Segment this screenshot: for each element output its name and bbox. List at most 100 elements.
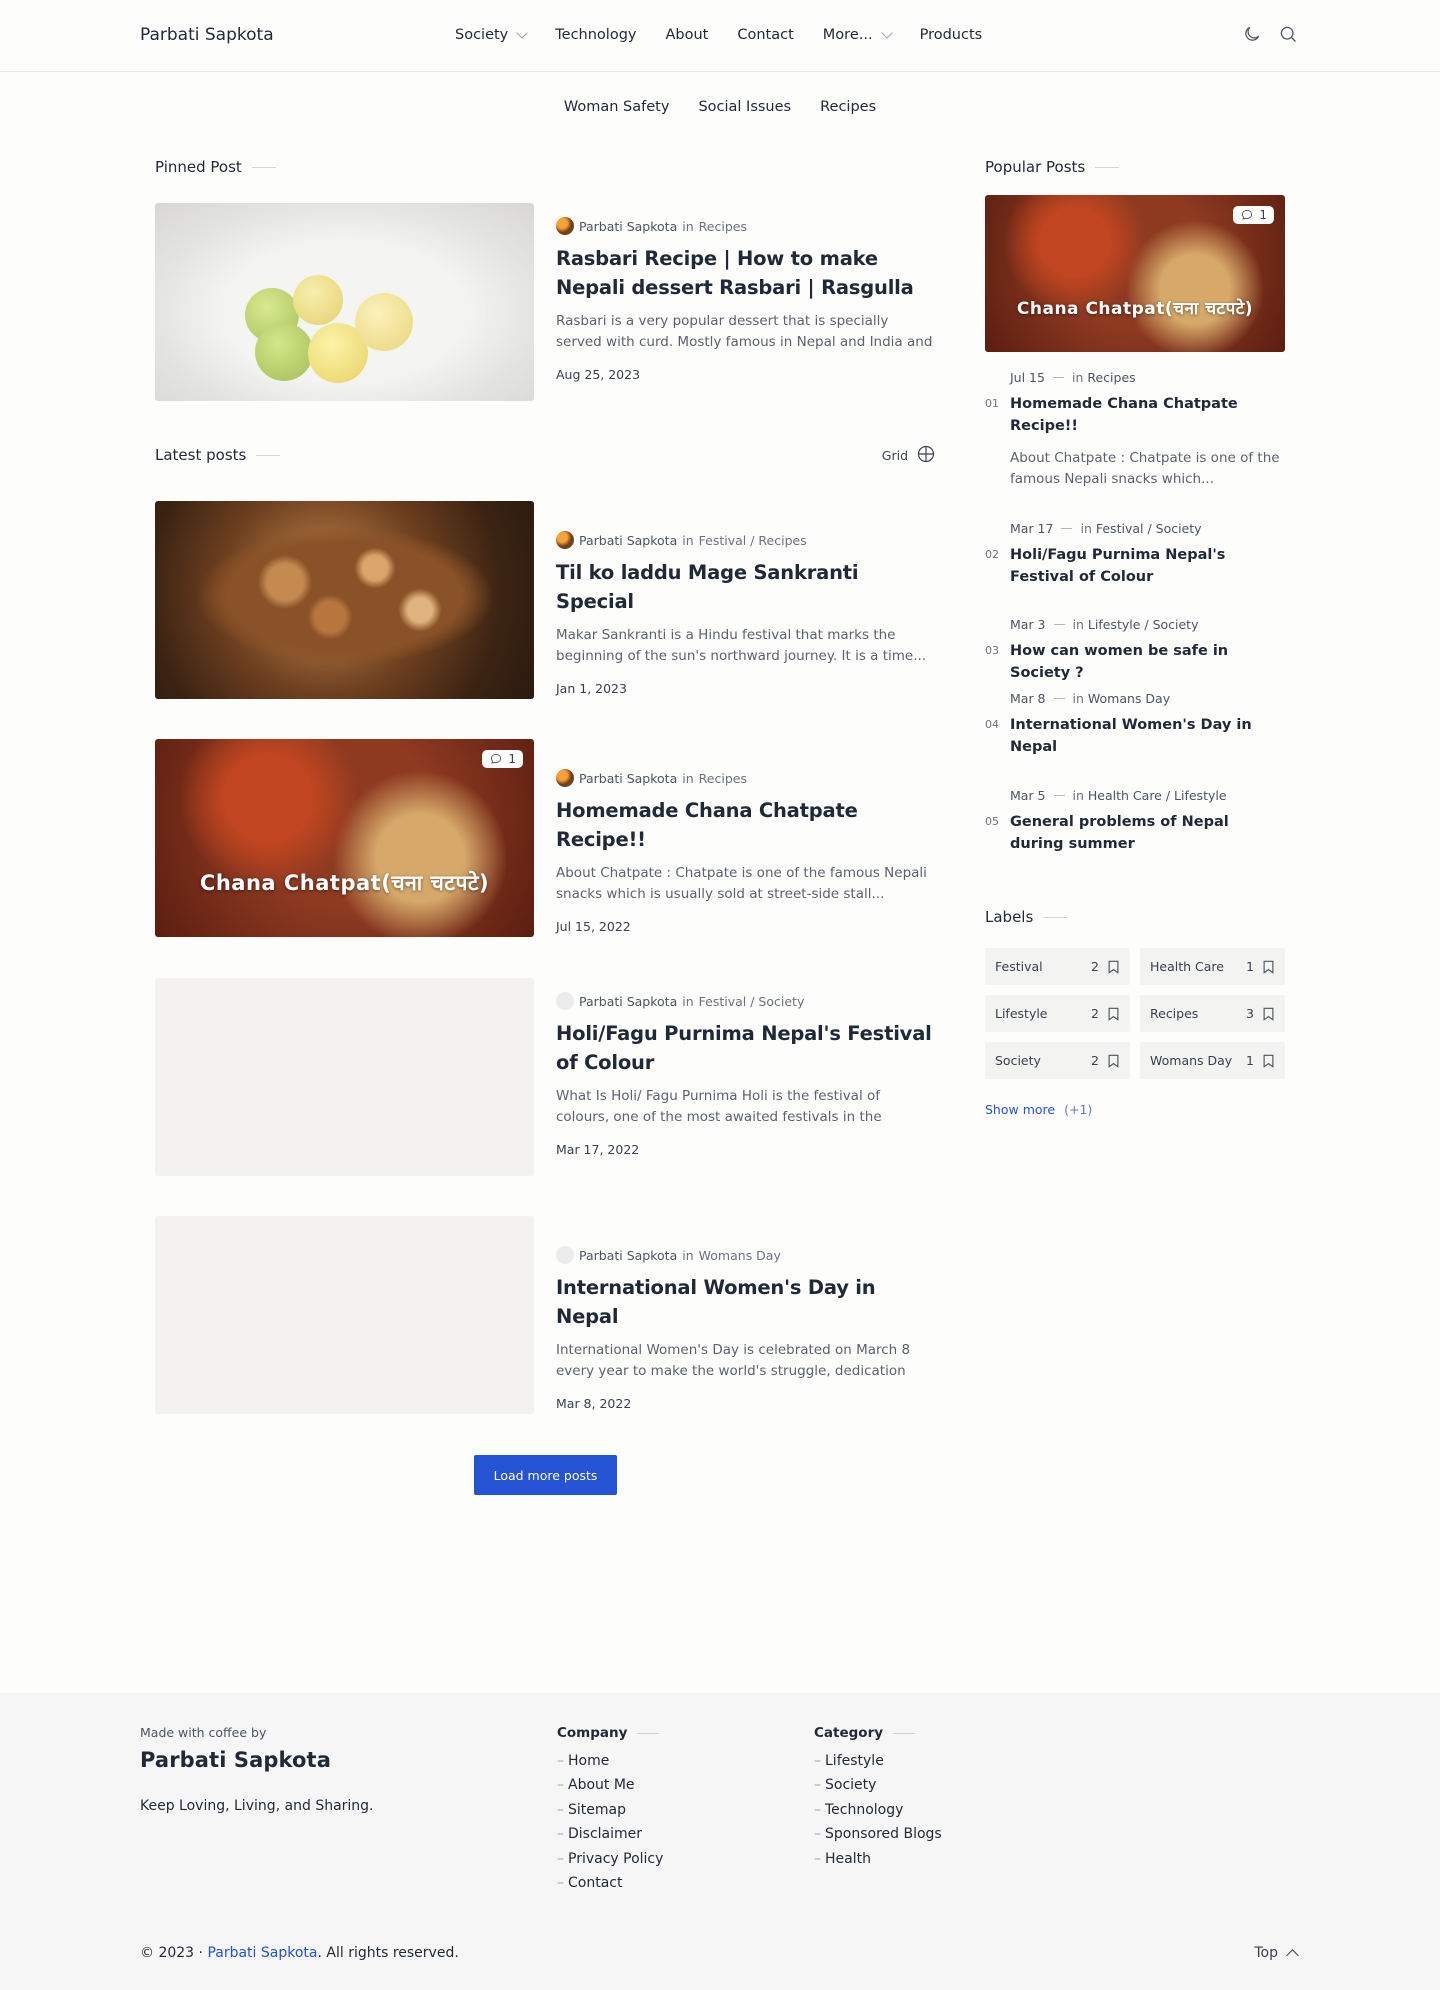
pinned-section-title: Pinned Post [155,158,276,176]
nav-about[interactable]: About [666,27,709,43]
site-brand[interactable]: Parbati Sapkota [140,25,274,45]
popular-hero-image[interactable]: 1 Chana Chatpat(चना चटपटे) [985,195,1285,352]
divider [1061,528,1073,529]
copyright-link[interactable]: Parbati Sapkota [207,1945,317,1961]
post-category[interactable]: Festival / Recipes [699,533,807,548]
post-image-placeholder[interactable] [155,1216,534,1414]
popular-category[interactable]: Health Care / Lifestyle [1088,788,1227,803]
meta-in: in [1072,691,1084,706]
nav-products[interactable]: Products [920,27,983,43]
load-more-button[interactable]: Load more posts [474,1455,617,1495]
subnav-woman-safety[interactable]: Woman Safety [564,99,670,115]
popular-row: 02 Holi/Fagu Purnima Nepal's Festival of … [985,544,1285,588]
footer-link-society[interactable]: – Society [814,1773,942,1797]
post-author[interactable]: Parbati Sapkota [579,771,677,786]
subnav-recipes[interactable]: Recipes [820,99,876,115]
post-category[interactable]: Womans Day [699,1248,781,1263]
label-society[interactable]: Society 2 [985,1042,1130,1079]
comment-count-badge[interactable]: 1 [482,750,523,768]
footer-link-lifestyle[interactable]: – Lifestyle [814,1749,942,1773]
nav-contact[interactable]: Contact [737,27,793,43]
post-category[interactable]: Recipes [699,771,747,786]
post-title[interactable]: Holi/Fagu Purnima Nepal's Festival of Co… [556,1019,936,1077]
post-excerpt: What Is Holi/ Fagu Purnima Holi is the f… [556,1088,882,1125]
latest-section-title: Latest posts [155,446,281,464]
list-dash: – [557,1875,564,1892]
divider [1052,377,1064,378]
popular-rank: 03 [985,644,999,657]
post-title[interactable]: Til ko laddu Mage Sankranti Special [556,558,936,616]
popular-title[interactable]: Homemade Chana Chatpate Recipe!! [1010,393,1285,437]
divider [893,1732,916,1734]
footer-link-privacy-policy[interactable]: – Privacy Policy [557,1847,663,1871]
label-recipes[interactable]: Recipes 3 [1140,995,1285,1032]
post-title[interactable]: Rasbari Recipe | How to make Nepali dess… [556,244,936,302]
moon-icon[interactable] [1242,24,1262,48]
popular-rank: 01 [985,397,999,410]
popular-title[interactable]: Holi/Fagu Purnima Nepal's Festival of Co… [1010,544,1285,588]
popular-title[interactable]: How can women be safe in Society ? [1010,640,1285,684]
image-overlay-text: Chana Chatpat(चना चटपटे) [199,871,490,895]
site-footer: Made with coffee by Parbati Sapkota Keep… [0,1693,1440,1990]
list-dash: – [814,1826,821,1843]
subnav-social-issues[interactable]: Social Issues [698,99,791,115]
footer-link-sponsored-blogs[interactable]: – Sponsored Blogs [814,1822,942,1846]
footer-link-disclaimer[interactable]: – Disclaimer [557,1822,663,1846]
grid-toggle[interactable]: Grid [882,444,936,467]
post-image-placeholder[interactable] [155,978,534,1176]
nav-more[interactable]: More... [823,27,893,43]
post-category[interactable]: Recipes [699,219,747,234]
popular-category[interactable]: Festival / Society [1096,521,1202,536]
back-to-top[interactable]: Top [1254,1945,1299,1962]
popular-title[interactable]: International Women's Day in Nepal [1010,714,1285,758]
list-dash: – [557,1777,564,1794]
show-more-labels[interactable]: Show more (+1) [985,1102,1285,1117]
popular-row: 01 Homemade Chana Chatpate Recipe!! [985,393,1285,437]
footer-brand[interactable]: Parbati Sapkota [140,1748,331,1772]
label-health-care[interactable]: Health Care 1 [1140,948,1285,985]
post-image-chana[interactable]: 1 Chana Chatpat(चना चटपटे) [155,739,534,937]
footer-link-sitemap[interactable]: – Sitemap [557,1798,663,1822]
post-title[interactable]: Homemade Chana Chatpate Recipe!! [556,796,936,854]
post-author[interactable]: Parbati Sapkota [579,994,677,1009]
post-author[interactable]: Parbati Sapkota [579,219,677,234]
nav-society[interactable]: Society [455,27,528,43]
label-lifestyle[interactable]: Lifestyle 2 [985,995,1130,1032]
popular-title[interactable]: General problems of Nepal during summer [1010,811,1285,855]
footer-link-health[interactable]: – Health [814,1847,942,1871]
post-title[interactable]: International Women's Day in Nepal [556,1273,936,1331]
list-dash: – [814,1753,821,1769]
popular-category[interactable]: Recipes [1087,370,1135,385]
post-meta: Parbati Sapkota in Festival / Recipes [556,531,936,549]
label-womans-day[interactable]: Womans Day 1 [1140,1042,1285,1079]
post-meta: Parbati Sapkota in Festival / Society [556,992,936,1010]
footer-link-technology[interactable]: – Technology [814,1798,942,1822]
label-count: 2 [1091,1053,1099,1068]
footer-link-text: Health [825,1850,871,1867]
label-name: Recipes [1150,1006,1199,1021]
bookmark-icon [1263,1007,1274,1021]
popular-category[interactable]: Lifestyle / Society [1088,617,1199,632]
post-author[interactable]: Parbati Sapkota [579,533,677,548]
popular-rank: 02 [985,548,999,561]
popular-category[interactable]: Womans Day [1088,691,1170,706]
footer-link-about-me[interactable]: – About Me [557,1773,663,1797]
pinned-post: Parbati Sapkota in Recipes Rasbari Recip… [155,203,936,401]
post-category[interactable]: Festival / Society [699,994,805,1009]
search-icon[interactable] [1278,24,1298,48]
label-festival[interactable]: Festival 2 [985,948,1130,985]
rasbari-ball [355,293,413,351]
label-name: Womans Day [1150,1053,1233,1068]
post-author[interactable]: Parbati Sapkota [579,1248,677,1263]
nav-technology[interactable]: Technology [555,27,636,43]
footer-company-col: Company – Home – About Me – Sitemap – Discla… [557,1725,663,1895]
post-image-rasbari[interactable] [155,203,534,401]
post-image-laddu[interactable] [155,501,534,699]
footer-link-home[interactable]: – Home [557,1749,663,1773]
rasbari-ball [293,275,343,325]
list-dash: – [557,1801,564,1818]
footer-link-contact[interactable]: – Contact [557,1871,663,1895]
list-dash: – [814,1777,821,1794]
nav-label: Society [455,27,509,43]
comment-count-badge[interactable]: 1 [1233,206,1274,224]
